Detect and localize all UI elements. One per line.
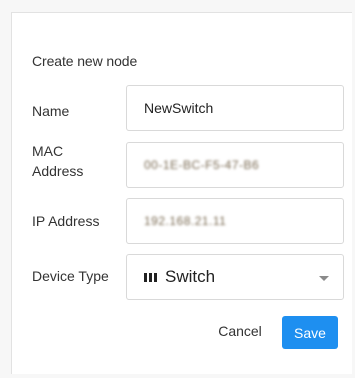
name-label: Name	[32, 103, 70, 119]
chevron-down-icon[interactable]	[319, 276, 329, 281]
save-button[interactable]: Save	[282, 316, 338, 349]
dialog-title: Create new node	[32, 53, 138, 69]
create-node-dialog: Create new node Name NewSwitch MAC Addre…	[11, 12, 352, 374]
mac-address-input[interactable]: 00-1E-BC-F5-47-B6	[126, 142, 344, 188]
ip-address-value: 192.168.21.11	[144, 214, 227, 228]
mac-address-value: 00-1E-BC-F5-47-B6	[144, 158, 260, 172]
ip-address-label: IP Address	[32, 213, 100, 229]
mac-address-label: MAC Address	[32, 141, 83, 181]
name-input[interactable]: NewSwitch	[126, 85, 344, 131]
mac-label-line1: MAC	[32, 143, 64, 159]
device-type-label: Device Type	[32, 268, 109, 284]
device-type-selected: Switch	[144, 267, 215, 287]
mac-label-line2: Address	[32, 163, 84, 179]
name-input-value: NewSwitch	[144, 100, 214, 116]
device-type-value: Switch	[165, 267, 216, 286]
device-type-select[interactable]: Switch	[126, 254, 344, 300]
switch-device-icon	[144, 272, 157, 282]
cancel-button[interactable]: Cancel	[196, 315, 284, 347]
ip-address-input[interactable]: 192.168.21.11	[126, 198, 344, 244]
